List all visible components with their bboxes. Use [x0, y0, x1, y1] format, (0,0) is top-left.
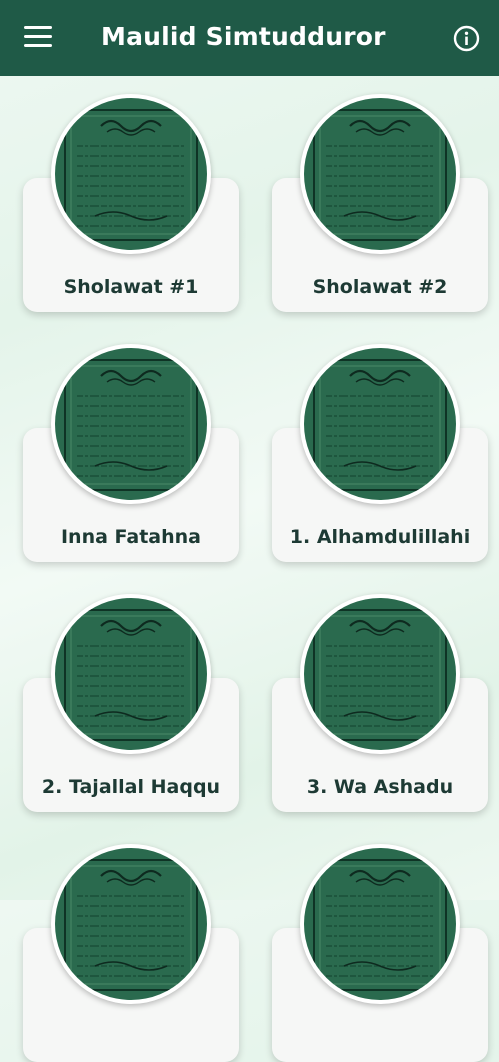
hamburger-menu-icon[interactable]	[24, 26, 52, 50]
book-cover-thumbnail[interactable]	[51, 94, 211, 254]
app-bar: Maulid Simtudduror	[0, 0, 499, 76]
app-title: Maulid Simtudduror	[101, 22, 386, 51]
card-label: Sholawat #2	[312, 276, 448, 298]
book-cover-thumbnail[interactable]	[300, 94, 460, 254]
card-label: 2. Tajallal Haqqu	[41, 776, 221, 798]
book-cover-thumbnail[interactable]	[300, 594, 460, 754]
info-icon[interactable]	[453, 25, 480, 52]
card-label: 3. Wa Ashadu	[306, 776, 454, 798]
book-cover-thumbnail[interactable]	[51, 844, 211, 1004]
content-grid: Sholawat #1 Sholawat #2 Inna Fatahna 1. Alh…	[0, 76, 499, 1062]
card-label: Inna Fatahna	[60, 526, 202, 548]
book-cover-thumbnail[interactable]	[300, 844, 460, 1004]
book-cover-thumbnail[interactable]	[51, 344, 211, 504]
card-label: 1. Alhamdulillahi	[289, 526, 471, 548]
card-label: Sholawat #1	[63, 276, 199, 298]
book-cover-thumbnail[interactable]	[51, 594, 211, 754]
book-cover-thumbnail[interactable]	[300, 344, 460, 504]
